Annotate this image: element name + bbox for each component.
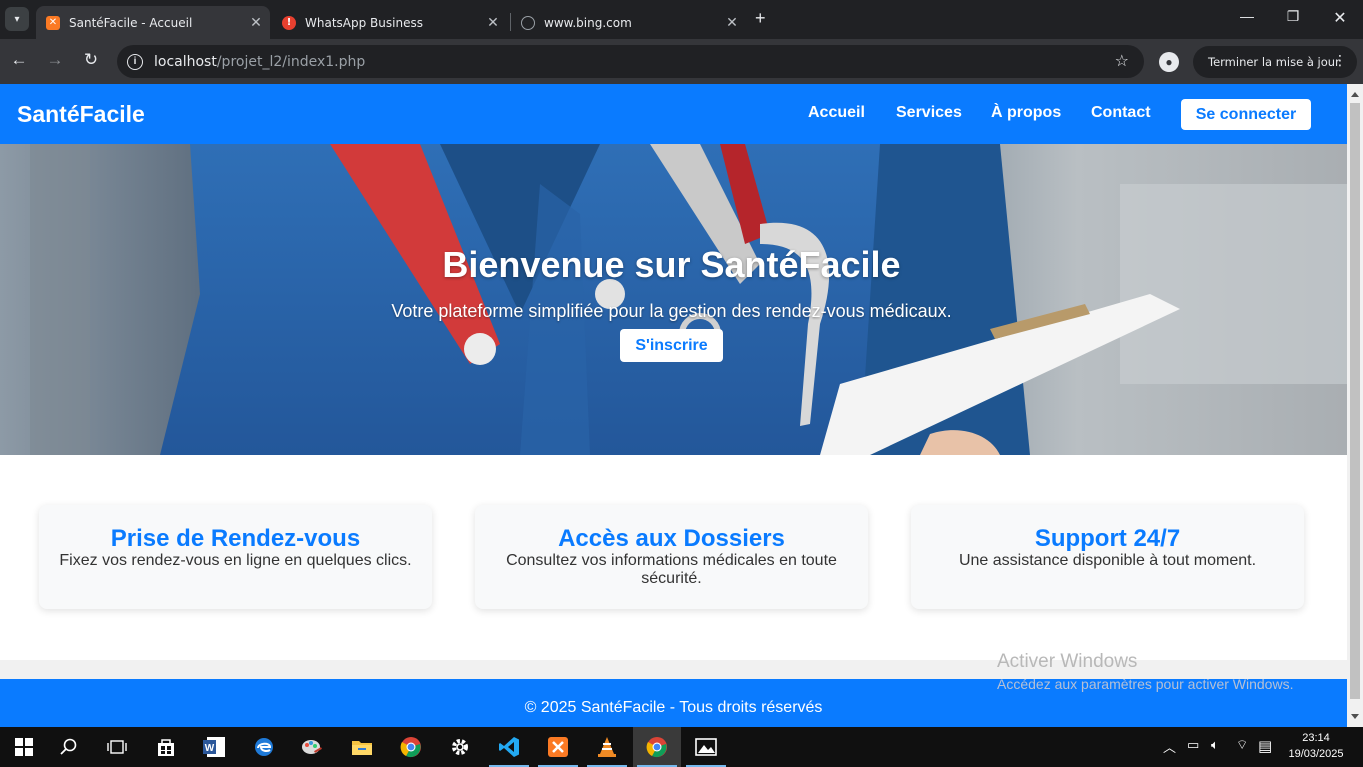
feature-title: Support 24/7 (1034, 525, 1181, 552)
clock-date: 19/03/2025 (1288, 748, 1344, 760)
close-icon[interactable]: ✕ (483, 15, 503, 31)
volume-icon[interactable]: 🔈︎ (1211, 737, 1219, 753)
svg-text:W: W (205, 743, 215, 754)
feature-card-support: Support 24/7 Une assistance disponible à… (911, 505, 1304, 609)
feature-title: Accès aux Dossiers (558, 525, 785, 552)
page-scrollbar[interactable] (1347, 84, 1363, 727)
settings-gear-icon[interactable] (436, 727, 484, 767)
bookmark-star-icon[interactable]: ☆ (1115, 51, 1129, 71)
new-tab-icon[interactable]: + (755, 8, 766, 29)
watermark-title: Activer Windows (997, 651, 1138, 672)
scroll-down-icon[interactable] (1351, 714, 1359, 719)
task-view-icon[interactable] (93, 727, 141, 767)
nav-link-contact[interactable]: Contact (1091, 104, 1151, 122)
close-icon[interactable]: ✕ (246, 15, 266, 31)
signup-button[interactable]: S'inscrire (620, 329, 723, 362)
tab-whatsapp[interactable]: ! WhatsApp Business ✕ (272, 6, 507, 39)
watermark-text: Accédez aux paramètres pour activer Wind… (997, 676, 1294, 692)
forward-icon[interactable]: → (44, 50, 66, 70)
windows-start-icon[interactable] (0, 727, 48, 767)
features-section: Prise de Rendez-vous Fixez vos rendez-vo… (0, 455, 1347, 660)
browser-tab-bar: ▾ ✕ SantéFacile - Accueil ✕ ! WhatsApp B… (0, 0, 1363, 39)
hero-title: Bienvenue sur SantéFacile (442, 244, 901, 285)
nav-link-about[interactable]: À propos (991, 104, 1061, 122)
xampp-icon: ✕ (46, 15, 60, 30)
update-button-label: Terminer la mise à jour (1208, 55, 1340, 69)
site-navbar: SantéFacile Accueil Services À propos Co… (0, 84, 1347, 144)
url-text[interactable]: localhost/projet_l2/index1.php (154, 54, 365, 70)
nav-link-home[interactable]: Accueil (808, 104, 865, 122)
search-icon[interactable] (45, 727, 93, 767)
minimize-icon[interactable]: — (1224, 8, 1270, 24)
url-path: /projet_l2/index1.php (216, 53, 366, 70)
clock-time: 23:14 (1302, 732, 1330, 744)
feature-text: Consultez vos informations médicales en … (506, 552, 837, 587)
profile-icon[interactable]: ● (1159, 52, 1179, 72)
site-brand[interactable]: SantéFacile (17, 101, 145, 128)
tab-title: SantéFacile - Accueil (69, 15, 193, 30)
system-clock[interactable]: 23:14 19/03/2025 (1284, 730, 1348, 762)
tab-bing[interactable]: www.bing.com ✕ (511, 6, 746, 39)
vlc-icon[interactable] (583, 727, 631, 767)
login-button[interactable]: Se connecter (1181, 99, 1311, 130)
tab-title: www.bing.com (544, 15, 632, 30)
edge-icon[interactable] (240, 727, 288, 767)
battery-icon[interactable]: ▭ (1187, 737, 1199, 753)
tab-santefacile[interactable]: ✕ SantéFacile - Accueil ✕ (36, 6, 270, 39)
feature-card-appointments: Prise de Rendez-vous Fixez vos rendez-vo… (39, 505, 432, 609)
url-host: localhost (154, 53, 217, 70)
update-button[interactable]: Terminer la mise à jour ⋮ (1193, 46, 1357, 78)
back-icon[interactable]: ← (8, 50, 30, 70)
feature-card-records: Accès aux Dossiers Consultez vos informa… (475, 505, 868, 609)
close-window-icon[interactable]: ✕ (1317, 8, 1363, 28)
photos-icon[interactable] (682, 727, 730, 767)
browser-toolbar: ← → ↻ i localhost/projet_l2/index1.php ☆… (0, 39, 1363, 84)
restore-icon[interactable]: ❐ (1270, 8, 1316, 25)
windows-activation-watermark: Activer Windows Accédez aux paramètres p… (997, 651, 1293, 692)
xampp-taskbar-icon[interactable] (534, 727, 582, 767)
scrollbar-thumb[interactable] (1350, 103, 1360, 699)
notifications-icon[interactable]: ▤ (1258, 737, 1272, 755)
chrome-icon[interactable] (387, 727, 435, 767)
show-hidden-icons-icon[interactable]: ︿ (1163, 737, 1176, 756)
file-explorer-icon[interactable] (338, 727, 386, 767)
reload-icon[interactable]: ↻ (80, 50, 102, 70)
tab-title: WhatsApp Business (305, 15, 423, 30)
tab-search-button[interactable]: ▾ (5, 7, 29, 31)
network-icon[interactable]: ⌔ (1236, 737, 1248, 753)
feature-title: Prise de Rendez-vous (110, 525, 361, 552)
menu-dots-icon[interactable]: ⋮ (1333, 53, 1347, 69)
scroll-up-icon[interactable] (1351, 92, 1359, 97)
nav-link-services[interactable]: Services (896, 104, 962, 122)
globe-icon (521, 15, 535, 30)
store-icon[interactable] (142, 727, 190, 767)
paint-icon[interactable] (288, 727, 336, 767)
hero-section: Bienvenue sur SantéFacile Votre platefor… (0, 144, 1347, 455)
feature-text: Une assistance disponible à tout moment. (958, 552, 1257, 569)
page-viewport: SantéFacile Accueil Services À propos Co… (0, 84, 1347, 727)
hero-subtitle: Votre plateforme simplifiée pour la gest… (391, 301, 952, 321)
warning-icon: ! (282, 15, 296, 30)
close-icon[interactable]: ✕ (722, 15, 742, 31)
site-info-icon[interactable]: i (127, 53, 143, 70)
windows-taskbar: W ︿ ▭ 🔈︎ ⌔ ▤ 23:14 19/03/2025 (0, 727, 1363, 767)
chrome-running-icon[interactable] (633, 727, 681, 767)
hero-background-image (0, 144, 1347, 455)
word-icon[interactable]: W (190, 727, 238, 767)
address-bar[interactable]: i localhost/projet_l2/index1.php ☆ (117, 45, 1144, 78)
vscode-icon[interactable] (485, 727, 533, 767)
feature-text: Fixez vos rendez-vous en ligne en quelqu… (59, 552, 412, 569)
